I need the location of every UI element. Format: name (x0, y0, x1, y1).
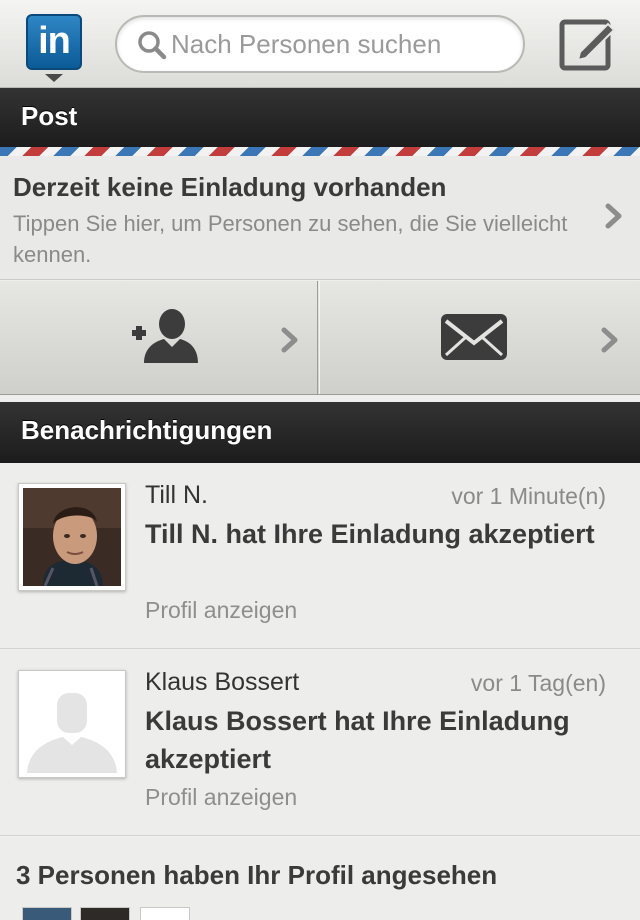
notification-message: Klaus Bossert hat Ihre Einladung akzepti… (145, 706, 570, 774)
add-contact-icon (132, 309, 198, 363)
notification-name: Klaus Bossert (145, 668, 300, 696)
top-bar: in (0, 0, 640, 88)
chevron-right-icon (281, 327, 298, 353)
viewer-thumbnail[interactable] (140, 907, 190, 920)
default-profile-silhouette (23, 675, 121, 773)
notification-message: Till N. hat Ihre Einladung akzeptiert (145, 519, 595, 549)
search-icon (138, 31, 167, 60)
profile-viewers-section[interactable]: 3 Personen haben Ihr Profil angesehen (0, 838, 640, 920)
messages-button[interactable] (319, 281, 640, 394)
profile-photo (23, 488, 121, 586)
linkedin-logo[interactable]: in (26, 14, 82, 70)
chevron-right-icon (605, 203, 622, 229)
notification-item[interactable]: Klaus Bossert vor 1 Tag(en) Klaus Bosser… (0, 650, 640, 836)
invitation-title: Derzeit keine Einladung vorhanden (13, 172, 447, 202)
notification-name: Till N. (145, 481, 208, 509)
compose-icon[interactable] (558, 16, 616, 72)
chevron-right-icon (601, 327, 618, 353)
envelope-icon (441, 314, 507, 360)
search-field[interactable] (115, 15, 525, 73)
profile-viewers-title: 3 Personen haben Ihr Profil angesehen (16, 860, 498, 890)
notification-item[interactable]: Till N. vor 1 Minute(n) Till N. hat Ihre… (0, 463, 640, 649)
notification-time: vor 1 Minute(n) (451, 483, 606, 509)
search-input[interactable] (171, 25, 511, 63)
action-button-row (0, 281, 640, 395)
add-contact-button[interactable] (0, 281, 318, 394)
logo-caret-icon (45, 74, 63, 82)
notifications-header: Benachrichtigungen (0, 402, 640, 463)
view-profile-link[interactable]: Profil anzeigen (145, 784, 297, 811)
avatar[interactable] (18, 670, 126, 778)
post-header: Post (0, 88, 640, 148)
viewer-thumbnail[interactable] (80, 907, 130, 920)
avatar[interactable] (18, 483, 126, 591)
viewer-thumbnail[interactable] (22, 907, 72, 920)
invitation-subtitle: Tippen Sie hier, um Personen zu sehen, d… (13, 211, 568, 267)
airmail-stripe (0, 147, 640, 156)
invitation-row[interactable]: Derzeit keine Einladung vorhanden Tippen… (0, 156, 640, 280)
notification-time: vor 1 Tag(en) (470, 670, 606, 696)
view-profile-link[interactable]: Profil anzeigen (145, 597, 297, 624)
